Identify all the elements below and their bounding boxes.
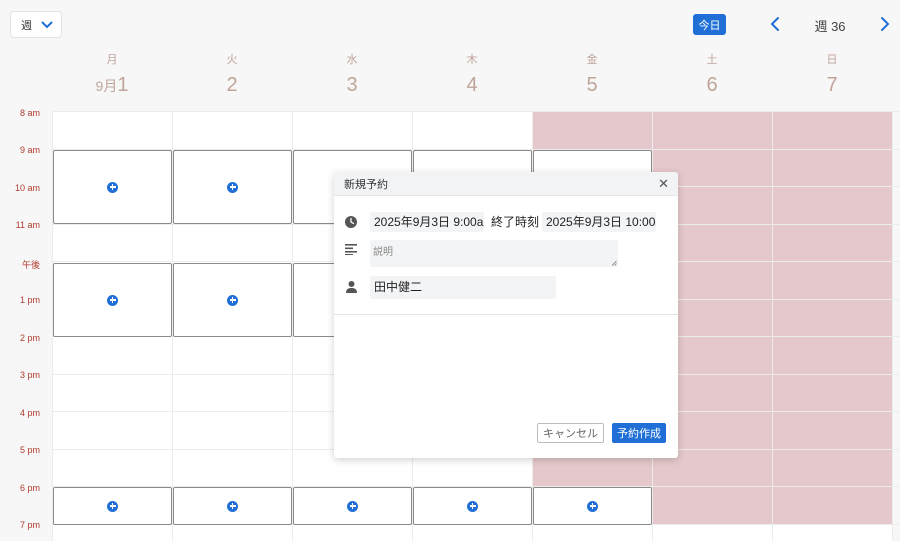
- hour-label: 5 pm: [19, 445, 40, 455]
- new-booking-dialog: 新規予約 ✕ 2025年9月3日 9:00am 終了時刻 2025年9月3日 1…: [334, 172, 678, 458]
- available-slot[interactable]: [533, 487, 652, 525]
- day-header-thu: 木 4: [412, 52, 532, 96]
- dialog-title: 新規予約: [344, 178, 388, 191]
- day-of-week: 土: [706, 54, 718, 66]
- description-input[interactable]: 説明: [370, 240, 618, 267]
- add-circle-icon: [587, 500, 598, 512]
- hour-label: 7 pm: [19, 520, 40, 530]
- available-slot[interactable]: [53, 150, 172, 224]
- day-header-sun: 日 7: [772, 52, 892, 96]
- month-label: 9月: [95, 78, 118, 94]
- available-slot[interactable]: [173, 487, 292, 525]
- hour-label: 6 pm: [19, 483, 40, 493]
- available-slot[interactable]: [173, 150, 292, 224]
- hour-label: 10 am: [14, 183, 40, 193]
- day-number: 5: [586, 74, 598, 96]
- add-circle-icon: [347, 500, 358, 512]
- cancel-button[interactable]: キャンセル: [537, 423, 604, 443]
- day-number: 7: [826, 74, 838, 96]
- available-slot[interactable]: [293, 487, 412, 525]
- resize-handle-icon[interactable]: [611, 260, 617, 266]
- day-of-week: 木: [466, 54, 478, 66]
- hour-label: 11 am: [15, 220, 40, 230]
- hour-label: 3 pm: [19, 370, 40, 380]
- day-of-week: 金: [586, 54, 598, 66]
- view-select[interactable]: 週: [10, 11, 62, 38]
- dialog-divider: [334, 314, 678, 315]
- available-slot[interactable]: [413, 487, 532, 525]
- chevron-left-icon[interactable]: [768, 16, 782, 32]
- day-number: 4: [466, 74, 478, 96]
- day-number: 3: [346, 74, 358, 96]
- add-circle-icon: [107, 294, 118, 306]
- day-header-wed: 水 3: [292, 52, 412, 96]
- day-of-week: 火: [226, 54, 238, 66]
- available-slot[interactable]: [53, 487, 172, 525]
- day-number: 6: [706, 74, 718, 96]
- chevron-right-icon[interactable]: [878, 16, 892, 32]
- day-number: 1: [117, 74, 129, 96]
- hour-label: 8 am: [19, 108, 40, 118]
- chevron-down-icon: [41, 21, 53, 29]
- day-number: 2: [226, 74, 238, 96]
- description-icon: [345, 244, 357, 255]
- hour-label: 4 pm: [19, 408, 40, 418]
- hour-label: 午後: [21, 260, 40, 270]
- day-line: [892, 111, 893, 541]
- person-input[interactable]: 田中健二: [370, 276, 556, 299]
- end-time-input[interactable]: 2025年9月3日 10:00am: [542, 212, 656, 232]
- hour-label: 2 pm: [19, 333, 40, 343]
- add-circle-icon: [227, 181, 238, 193]
- start-time-input[interactable]: 2025年9月3日 9:00am: [370, 212, 484, 232]
- description-placeholder: 説明: [373, 247, 393, 258]
- day-of-week: 月: [106, 54, 118, 66]
- available-slot[interactable]: [53, 263, 172, 337]
- day-header-mon: 月 9月1: [52, 52, 172, 97]
- day-of-week: 水: [346, 54, 358, 66]
- week-label: 週 36: [814, 19, 846, 34]
- today-button[interactable]: 今日: [693, 14, 726, 35]
- hour-label: 9 am: [19, 145, 40, 155]
- view-select-value: 週: [21, 19, 32, 32]
- day-header-fri: 金 5: [532, 52, 652, 96]
- add-circle-icon: [107, 500, 118, 512]
- dialog-header: 新規予約 ✕: [334, 172, 678, 196]
- day-of-week: 日: [826, 54, 838, 66]
- hour-label: 1 pm: [19, 295, 40, 305]
- end-time-label: 終了時刻: [491, 215, 540, 229]
- clock-icon: [345, 216, 357, 228]
- available-slot[interactable]: [173, 263, 292, 337]
- close-icon[interactable]: ✕: [658, 177, 669, 191]
- add-circle-icon: [467, 500, 478, 512]
- day-header-tue: 火 2: [172, 52, 292, 96]
- add-circle-icon: [107, 181, 118, 193]
- add-circle-icon: [227, 294, 238, 306]
- create-booking-button[interactable]: 予約作成: [612, 423, 666, 443]
- day-header-sat: 土 6: [652, 52, 772, 96]
- day-line: [772, 111, 773, 541]
- add-circle-icon: [227, 500, 238, 512]
- person-icon: [346, 281, 357, 293]
